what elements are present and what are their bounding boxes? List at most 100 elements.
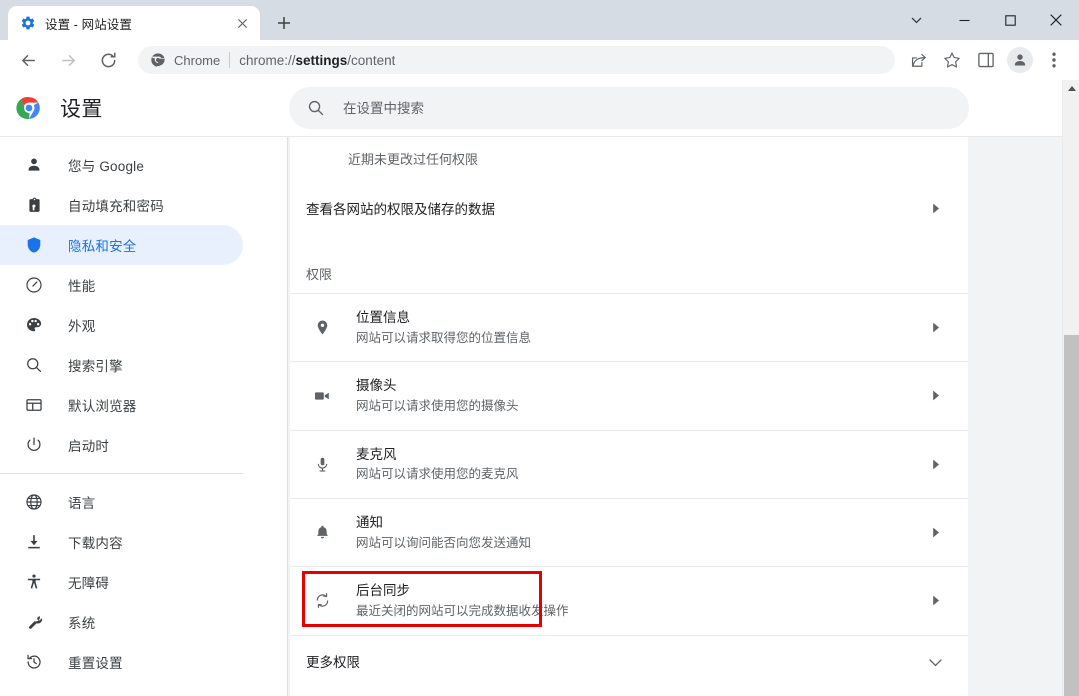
chevron-right-icon [928,200,944,216]
sidebar-item-label: 系统 [68,616,96,631]
permission-title: 后台同步 [356,583,410,599]
forward-button[interactable] [52,44,84,76]
permission-title: 位置信息 [356,310,410,325]
microphone-icon [312,454,332,474]
sidebar-item-autofill-passwords[interactable]: 自动填充和密码 [0,185,243,225]
profile-avatar-icon[interactable] [1007,47,1033,73]
permission-subtitle: 网站可以请求取得您的位置信息 [356,330,532,345]
window-controls [899,0,1079,40]
omnibox-divider [229,52,231,68]
all-sites-row[interactable]: 查看各网站的权限及储存的数据 [290,180,968,236]
settings-page: 设置 在设置中搜索 您与 Google 自动填充和密码 隐私和安全 性能 外观 … [0,80,1079,696]
chevron-right-icon [928,456,944,472]
back-button[interactable] [12,44,44,76]
close-button[interactable] [1033,3,1079,37]
reload-button[interactable] [92,44,124,76]
permission-row-notifications[interactable]: 通知 网站可以询问能否向您发送通知 [290,497,968,566]
wrench-icon [24,612,44,632]
sidebar-item-privacy-security[interactable]: 隐私和安全 [0,225,243,265]
power-icon [24,435,44,455]
sidebar-item-performance[interactable]: 性能 [0,265,243,305]
permission-text: 麦克风 网站可以请求使用您的麦克风 [356,445,928,484]
scroll-up-arrow-icon[interactable] [1063,80,1079,97]
sidebar-item-downloads[interactable]: 下载内容 [0,522,243,562]
sidebar-item-search-engine[interactable]: 搜索引擎 [0,345,243,385]
chevron-down-icon [926,654,944,672]
sidebar-item-label: 隐私和安全 [68,239,137,254]
sidebar-item-label: 自动填充和密码 [68,199,164,214]
minimize-button[interactable] [941,3,987,37]
three-dot-menu-icon[interactable] [1039,45,1069,75]
scrollbar-thumb[interactable] [1064,335,1079,696]
sync-icon [312,591,332,611]
sidebar-item-accessibility[interactable]: 无障碍 [0,562,243,602]
bell-icon [312,523,332,543]
search-box[interactable] [289,87,969,129]
chrome-logo-icon [16,95,42,121]
chevron-right-icon [928,388,944,404]
gear-icon [20,15,36,31]
sidebar-item-label: 无障碍 [68,576,110,591]
palette-icon [24,315,44,335]
download-icon [24,532,44,552]
address-bar[interactable]: Chrome chrome://settings/content [138,46,895,74]
video-camera-icon [312,386,332,406]
sidebar-item-reset-settings[interactable]: 重置设置 [0,642,243,682]
sidebar-item-default-browser[interactable]: 默认浏览器 [0,385,243,425]
maximize-button[interactable] [987,3,1033,37]
tab-title: 设置 - 网站设置 [45,17,133,32]
browser-window: 设置 - 网站设置 Chrome chrome://settings/conte… [0,0,1079,696]
sidebar-divider [0,473,243,474]
speedometer-icon [24,275,44,295]
permission-text: 摄像头 网站可以请求使用您的摄像头 [356,376,928,415]
tab-search-caret-icon[interactable] [899,5,933,35]
sidebar-item-label: 启动时 [68,439,110,454]
sidebar-item-label: 搜索引擎 [68,359,123,374]
sidebar-item-label: 语言 [68,496,96,511]
sidebar-item-label: 性能 [68,279,96,294]
site-settings-card: 近期未更改过任何权限 查看各网站的权限及储存的数据 权限 位置信息 网站可以请求… [290,137,968,696]
browser-toolbar: Chrome chrome://settings/content [0,40,1079,80]
side-panel-icon[interactable] [971,45,1001,75]
search-icon [307,99,325,117]
close-icon[interactable] [232,13,252,33]
sidebar-item-system[interactable]: 系统 [0,602,243,642]
tab-strip: 设置 - 网站设置 [0,0,1079,40]
permission-row-camera[interactable]: 摄像头 网站可以请求使用您的摄像头 [290,361,968,429]
chrome-icon [150,52,166,68]
new-tab-button[interactable] [270,9,298,37]
sidebar-item-appearance[interactable]: 外观 [0,305,243,345]
bookmark-star-icon[interactable] [937,45,967,75]
permission-subtitle: 网站可以询问能否向您发送通知 [356,535,532,550]
permission-row-background-sync[interactable]: 后台同步 最近关闭的网站可以完成数据收发操作 [290,566,968,634]
page-title: 设置 [60,98,103,121]
browser-tab[interactable]: 设置 - 网站设置 [8,6,260,40]
permission-text: 位置信息 网站可以请求取得您的位置信息 [356,308,928,347]
search-input[interactable] [343,100,951,116]
accessibility-icon [24,572,44,592]
share-icon[interactable] [903,45,933,75]
omnibox-url: chrome://settings/content [239,53,395,68]
settings-header: 设置 [0,80,1079,136]
sidebar-item-on-startup[interactable]: 启动时 [0,425,243,465]
permission-row-microphone[interactable]: 麦克风 网站可以请求使用您的麦克风 [290,429,968,498]
sidebar-item-label: 重置设置 [68,656,123,671]
settings-sidebar: 您与 Google 自动填充和密码 隐私和安全 性能 外观 搜索引擎 默认浏览器… [0,137,288,696]
permission-row-location[interactable]: 位置信息 网站可以请求取得您的位置信息 [290,293,968,361]
url-suffix: /content [347,52,396,68]
permission-title: 麦克风 [356,446,397,462]
sidebar-item-languages[interactable]: 语言 [0,482,243,522]
browser-window-icon [24,395,44,415]
shield-icon [24,235,44,255]
page-scrollbar[interactable] [1062,80,1079,696]
sidebar-item-label: 您与 Google [68,159,145,174]
permission-subtitle: 最近关闭的网站可以完成数据收发操作 [356,603,569,618]
permission-subtitle: 网站可以请求使用您的麦克风 [356,467,519,482]
sidebar-item-label: 外观 [68,319,96,334]
permission-subtitle: 网站可以请求使用您的摄像头 [356,398,519,413]
settings-search-wrap [288,87,1079,129]
sidebar-item-you-and-google[interactable]: 您与 Google [0,145,243,185]
chevron-right-icon [928,593,944,609]
more-permissions-row[interactable]: 更多权限 [290,634,968,691]
settings-main-content: 近期未更改过任何权限 查看各网站的权限及储存的数据 权限 位置信息 网站可以请求… [288,137,1079,696]
